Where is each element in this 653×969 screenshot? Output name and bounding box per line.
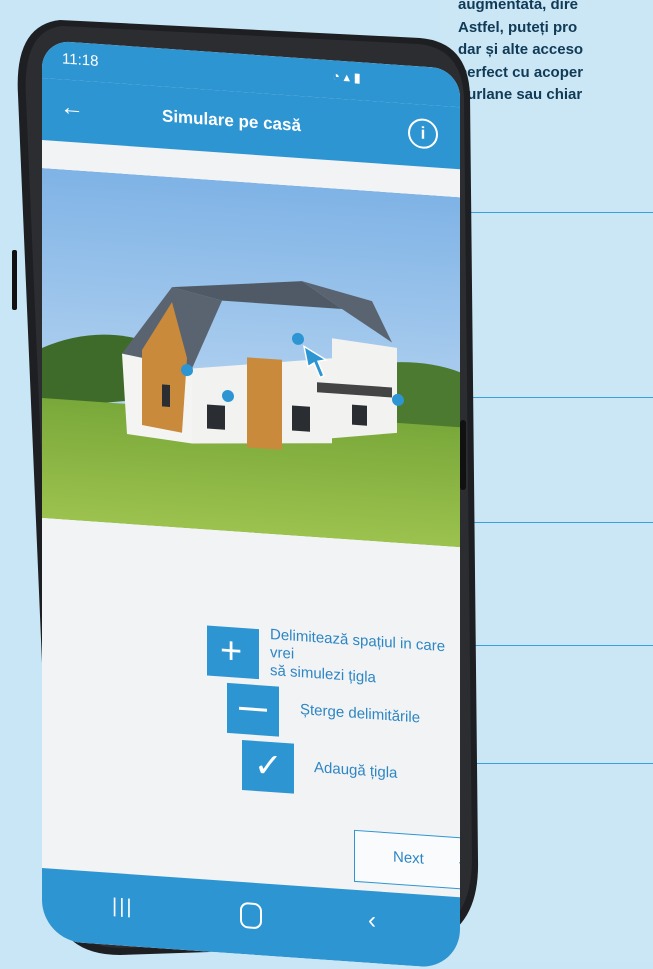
back-nav-icon[interactable]: ‹	[368, 907, 376, 936]
house-photo	[42, 168, 460, 548]
status-time: 11:18	[62, 50, 99, 70]
recent-apps-icon[interactable]: |||	[112, 895, 134, 920]
next-label: Next	[393, 848, 424, 868]
home-icon[interactable]	[240, 901, 262, 930]
arrow-right-icon: →	[455, 848, 460, 873]
add-tile-label: Adaugă țigla	[314, 759, 398, 782]
minus-icon	[239, 706, 267, 712]
info-icon[interactable]: i	[408, 117, 438, 150]
delete-delimit-button[interactable]	[227, 682, 279, 737]
delete-delimit-label: Șterge delimitările	[300, 701, 421, 727]
check-icon: ✓	[254, 745, 283, 786]
back-arrow-icon[interactable]: ←	[60, 93, 84, 123]
add-delimit-button[interactable]: +	[207, 625, 259, 680]
phone-screen: 11:18 ◔ ▴ ▮ ← Simulare pe casă i + Delim…	[42, 40, 460, 969]
page-title: Simulare pe casă	[162, 106, 301, 136]
plus-icon: +	[220, 629, 243, 673]
add-tile-button[interactable]: ✓	[242, 739, 294, 794]
next-button[interactable]: Next →	[354, 829, 460, 893]
add-delimit-label: Delimitează spațiul in care vrei să simu…	[270, 626, 460, 693]
signal-icon: ◔ ▴ ▮	[332, 68, 361, 86]
